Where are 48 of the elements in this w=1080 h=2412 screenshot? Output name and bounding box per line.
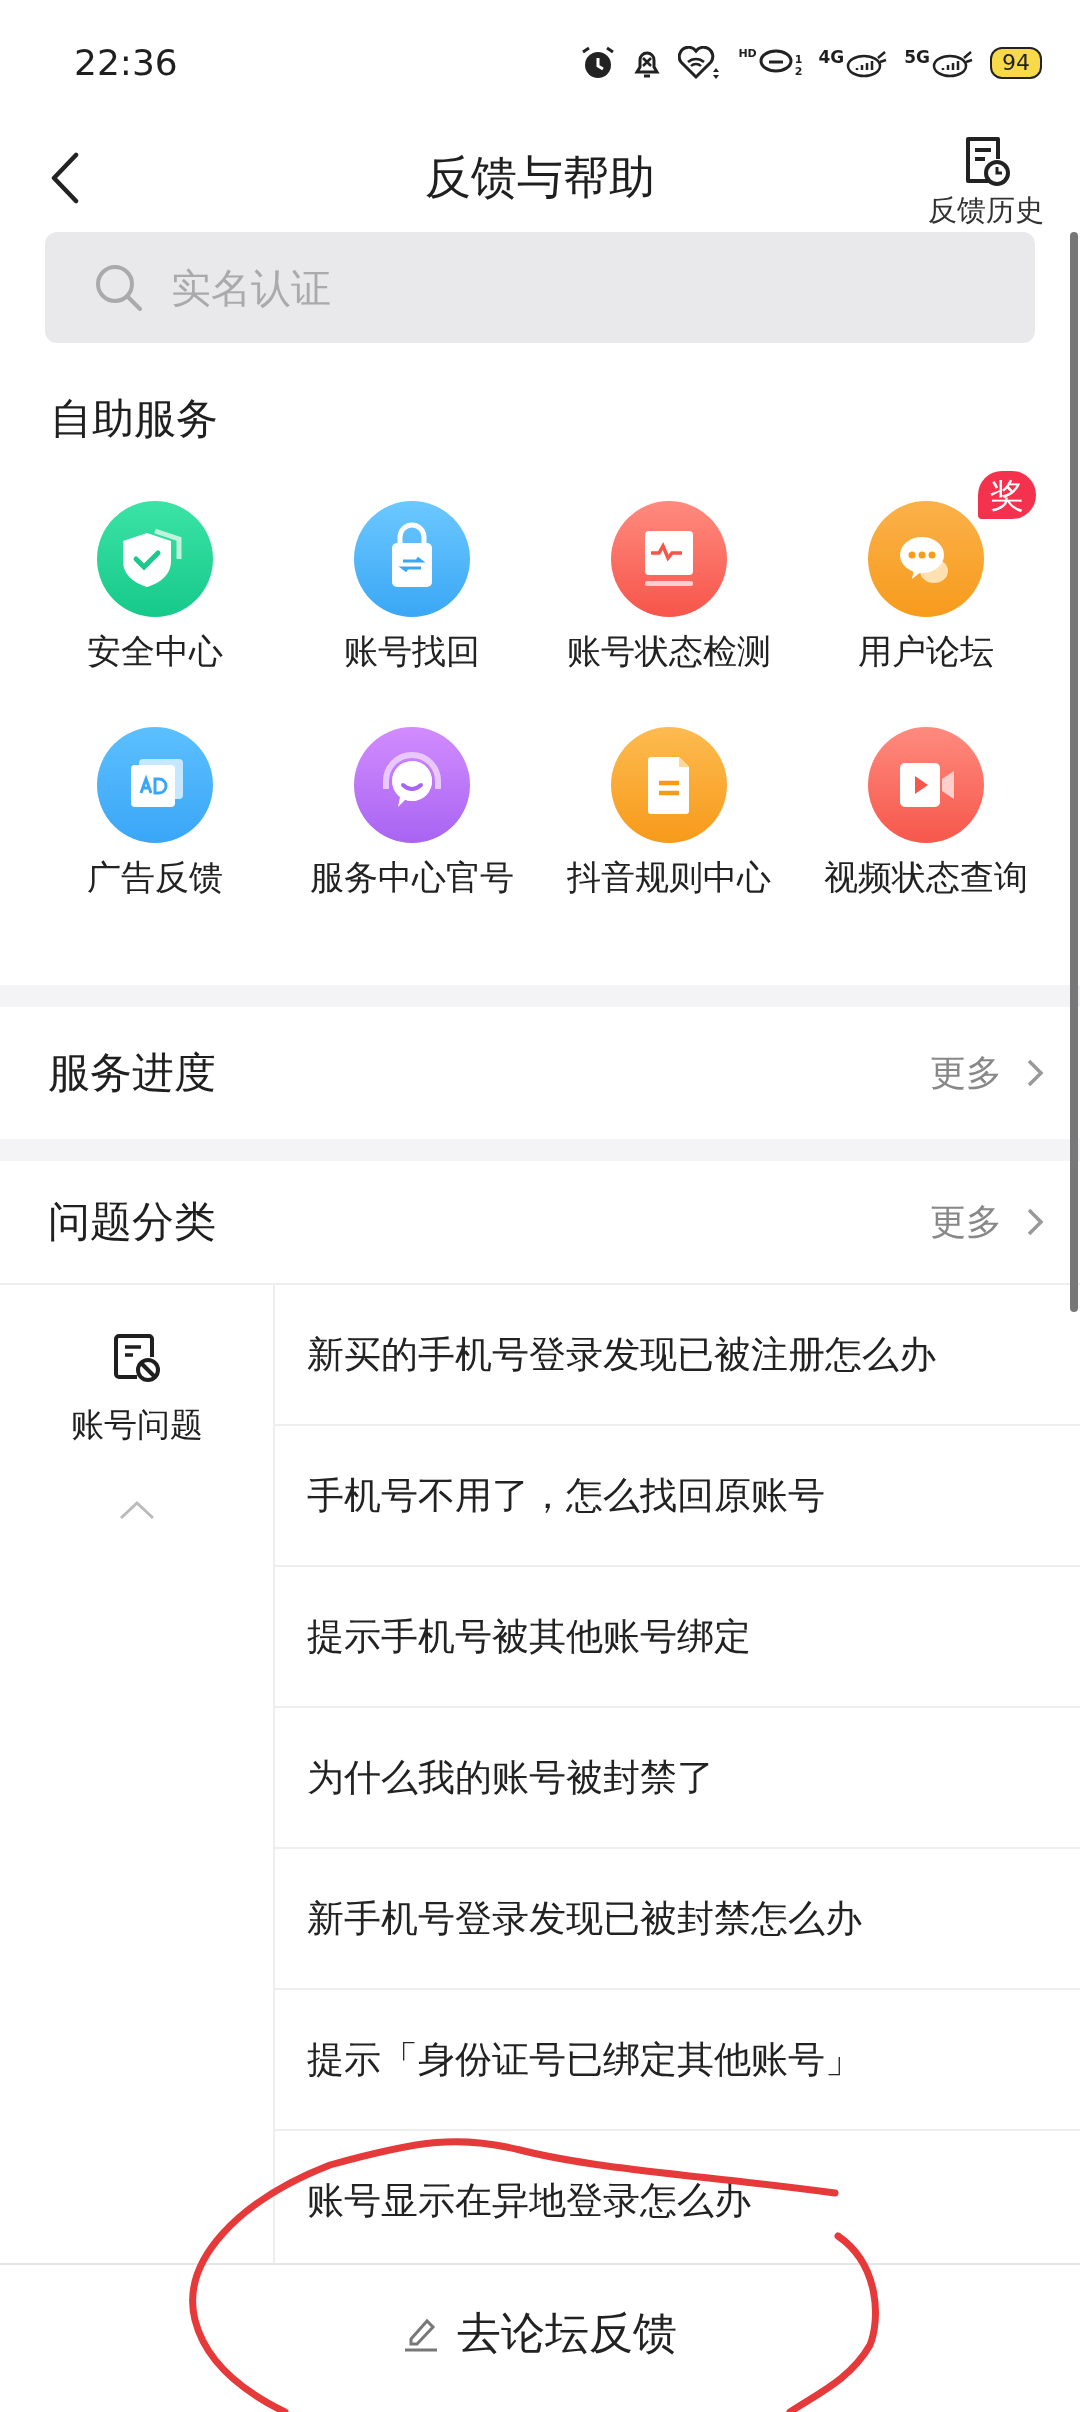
service-shortcut[interactable]: 账号状态检测 xyxy=(540,467,797,675)
scrollbar[interactable] xyxy=(1070,232,1078,1312)
question-item[interactable]: 账号显示在异地登录怎么办 xyxy=(275,2131,1080,2263)
section-title: 服务进度 xyxy=(48,1047,216,1099)
question-item[interactable]: 提示「身份证号已绑定其他账号」 xyxy=(275,1990,1080,2131)
sim-icon xyxy=(757,47,794,74)
service-shortcut[interactable]: 视频状态查询 xyxy=(797,693,1054,901)
category-tab[interactable]: 账号问题 xyxy=(70,1285,203,1448)
status-time: 22:36 xyxy=(74,42,178,83)
bag-icon xyxy=(353,501,470,617)
battery-indicator: 94 xyxy=(990,46,1042,79)
monitor-icon xyxy=(610,501,727,617)
page-title: 反馈与帮助 xyxy=(425,149,655,206)
reward-badge: 奖 xyxy=(977,471,1036,519)
back-icon[interactable] xyxy=(50,151,80,204)
question-item[interactable]: 为什么我的账号被封禁了 xyxy=(275,1708,1080,1849)
video-icon xyxy=(867,727,984,843)
service-shortcut[interactable]: 账号找回 xyxy=(283,467,540,675)
section-title: 自助服务 xyxy=(49,393,219,445)
search-field[interactable]: 实名认证 xyxy=(45,232,1035,343)
network-type: 5G xyxy=(904,47,930,66)
document-icon xyxy=(610,727,727,843)
question-item[interactable]: 新手机号登录发现已被封禁怎么办 xyxy=(275,1849,1080,1990)
collapse-icon[interactable] xyxy=(118,1500,155,1520)
question-item[interactable]: 提示手机号被其他账号绑定 xyxy=(275,1567,1080,1708)
chevron-right-icon xyxy=(1026,1058,1044,1088)
chevron-right-icon xyxy=(1026,1207,1044,1237)
more-link[interactable]: 更多 xyxy=(930,1048,1044,1098)
forum-feedback-button[interactable]: 去论坛反馈 xyxy=(403,2304,677,2363)
more-link[interactable]: 更多 xyxy=(930,1197,1044,1247)
hd-label: HD xyxy=(738,47,757,60)
headset-icon xyxy=(353,727,470,843)
network-type: 4G xyxy=(818,47,845,66)
ad-icon xyxy=(96,727,213,843)
sim-slot-number: 2 xyxy=(794,65,803,78)
feedback-history-button[interactable]: 反馈历史 xyxy=(928,134,1044,231)
service-shortcut[interactable]: 安全中心 xyxy=(26,467,283,675)
question-item[interactable]: 手机号不用了，怎么找回原账号 xyxy=(275,1426,1080,1567)
search-icon xyxy=(93,262,145,314)
service-shortcut[interactable]: 奖 用户论坛 xyxy=(797,467,1054,675)
service-shortcut[interactable]: 服务中心官号 xyxy=(283,693,540,901)
blocked-document-icon xyxy=(112,1333,161,1383)
sim-slot-number: 1 xyxy=(794,53,803,66)
section-title: 问题分类 xyxy=(48,1196,216,1248)
service-shortcut[interactable]: 抖音规则中心 xyxy=(540,693,797,901)
shield-icon xyxy=(96,501,213,617)
service-shortcut[interactable]: 广告反馈 xyxy=(26,693,283,901)
chat-icon xyxy=(867,501,984,617)
